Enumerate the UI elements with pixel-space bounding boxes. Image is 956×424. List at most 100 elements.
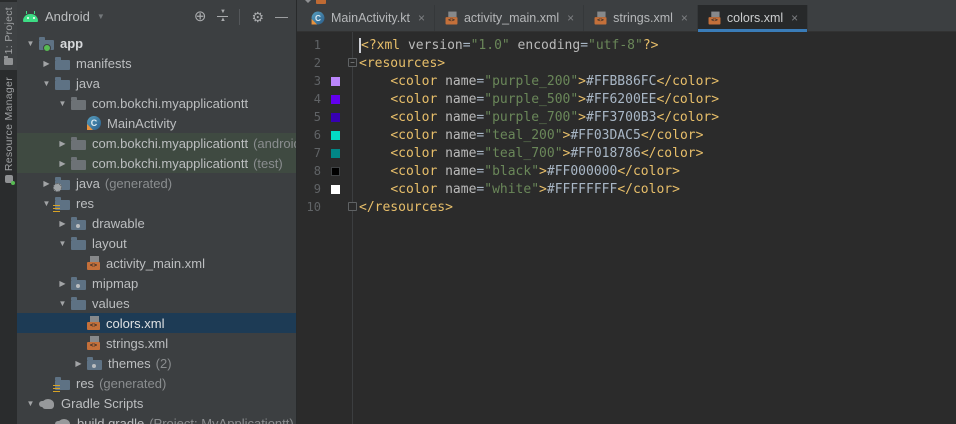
chevron-down-icon[interactable]: ▼ <box>55 239 70 248</box>
code-token: <color <box>390 109 438 125</box>
line-number: 7 <box>313 146 321 160</box>
tree-item-app[interactable]: ▼ app <box>17 33 296 53</box>
tree-item-res-generated[interactable]: res (generated) <box>17 373 296 393</box>
close-icon[interactable]: × <box>791 12 798 24</box>
chevron-right-icon[interactable]: ▶ <box>39 179 54 188</box>
chevron-right-icon[interactable]: ▶ <box>55 159 70 168</box>
chevron-right-icon[interactable]: ▶ <box>55 219 70 228</box>
editor-tab-colors-xml[interactable]: colors.xml × <box>697 5 809 32</box>
editor-tab-mainactivity-kt[interactable]: MainActivity.kt × <box>301 5 435 31</box>
app-folder-icon <box>39 36 54 52</box>
close-icon[interactable]: × <box>681 12 688 24</box>
chevron-down-icon[interactable]: ▼ <box>55 99 70 108</box>
chevron-down-icon[interactable]: ▼ <box>23 39 38 48</box>
code-line[interactable]: <?xml version = "1.0" encoding = "utf-8" ?> <box>353 36 956 54</box>
code-token: <color <box>390 91 438 107</box>
code-token: "utf-8" <box>588 37 643 53</box>
tree-item-strings-xml[interactable]: strings.xml <box>17 333 296 353</box>
tree-item-label: mipmap <box>92 275 139 291</box>
code-token: name <box>437 181 477 197</box>
code-line[interactable]: <color name = "purple_700" > #FF3700B3 </colo… <box>353 108 956 126</box>
locate-file-icon[interactable]: ⊕ <box>194 9 207 24</box>
tree-item-com-bokchi-myapplicationtt-test[interactable]: ▶ com.bokchi.myapplicationtt (test) <box>17 153 296 173</box>
collapse-bottom-arrow-icon: ▲ <box>219 17 226 23</box>
line-number: 5 <box>313 110 321 124</box>
project-view-selector[interactable]: Android ▼ <box>23 9 105 24</box>
tree-item-build-gradle-project-myapplicationtt[interactable]: build.gradle (Project: MyApplicationtt) <box>17 413 296 424</box>
tree-item-colors-xml[interactable]: colors.xml <box>17 313 296 333</box>
chevron-down-icon[interactable]: ▼ <box>39 79 54 88</box>
color-swatch <box>331 184 340 194</box>
navbar-file-icon <box>316 0 326 4</box>
project-tree: ▼ app ▶ manifests ▼ java ▼ com.bokchi.myapplica… <box>17 33 296 424</box>
project-panel-toolbar: Android ▼ ⊕ ▼ ▲ ⚙ — <box>17 0 296 33</box>
chevron-right-icon[interactable]: ▶ <box>55 139 70 148</box>
editor-tab-activity-main-xml[interactable]: activity_main.xml × <box>435 5 585 31</box>
tree-item-com-bokchi-myapplicationtt-androidtest[interactable]: ▶ com.bokchi.myapplicationtt(androidTest) <box>17 133 296 153</box>
tree-item-com-bokchi-myapplicationtt[interactable]: ▼ com.bokchi.myapplicationtt <box>17 93 296 113</box>
xml-file-icon <box>87 316 100 330</box>
tree-item-java[interactable]: ▼ java <box>17 73 296 93</box>
tree-item-label: layout <box>92 235 127 251</box>
fold-marker[interactable] <box>348 202 357 211</box>
gradle-icon <box>55 417 71 424</box>
collapse-all-icon[interactable]: ▼ ▲ <box>217 9 229 23</box>
xml-file-icon <box>445 11 458 25</box>
code-token: = <box>462 37 471 53</box>
tree-item-label: activity_main.xml <box>106 255 205 271</box>
project-tool-label: 1: Project <box>2 7 15 55</box>
color-swatch <box>331 166 340 176</box>
close-icon[interactable]: × <box>567 12 574 24</box>
code-line[interactable]: <color name = "purple_200" > #FFBB86FC </colo… <box>353 72 956 90</box>
tree-item-label: res <box>76 195 95 211</box>
editor-body[interactable]: 1 2−3 4 5 6 7 8 9 10 <?xml version = "1.0" encodin… <box>297 32 956 424</box>
code-token: <color <box>390 145 438 161</box>
code-line[interactable]: <resources> <box>353 54 956 72</box>
chevron-down-icon[interactable]: ▼ <box>23 399 38 408</box>
tool-window-button-project[interactable]: 1: Project <box>0 2 17 71</box>
chevron-down-icon[interactable]: ▼ <box>39 199 54 208</box>
code-line[interactable]: <color name = "teal_700" > #FF018786 </color> <box>353 144 956 162</box>
code-area[interactable]: <?xml version = "1.0" encoding = "utf-8" ?> <r… <box>353 32 956 424</box>
tree-item-label: MainActivity <box>107 115 177 131</box>
tree-item-res[interactable]: ▼ res <box>17 193 296 213</box>
tool-window-button-resource-manager[interactable]: Resource Manager <box>0 72 17 188</box>
code-line[interactable]: <color name = "purple_500" > #FF6200EE </colo… <box>353 90 956 108</box>
code-token: > <box>562 145 571 161</box>
editor-tab-strings-xml[interactable]: strings.xml × <box>584 5 698 31</box>
tree-item-java-generated[interactable]: ▶ java (generated) <box>17 173 296 193</box>
chevron-down-icon[interactable]: ▼ <box>55 299 70 308</box>
chevron-right-icon[interactable]: ▶ <box>55 279 70 288</box>
code-line[interactable]: <color name = "black" > #FF000000 </color> <box>353 162 956 180</box>
folder-icon <box>71 216 86 230</box>
tree-item-manifests[interactable]: ▶ manifests <box>17 53 296 73</box>
folder-icon <box>71 296 86 310</box>
fold-marker[interactable]: − <box>348 58 357 67</box>
settings-gear-icon[interactable]: ⚙ <box>251 10 264 24</box>
line-number: 2 <box>313 56 321 70</box>
code-line[interactable]: <color name = "teal_200" > #FF03DAC5 </color> <box>353 126 956 144</box>
tree-item-themes-2[interactable]: ▶ themes (2) <box>17 353 296 373</box>
chevron-right-icon[interactable]: ▶ <box>39 59 54 68</box>
gutter-line: 7 <box>297 144 352 162</box>
line-number: 10 <box>306 200 321 214</box>
tree-item-layout[interactable]: ▼ layout <box>17 233 296 253</box>
chevron-right-icon[interactable]: ▶ <box>71 359 86 368</box>
code-line[interactable]: </resources> <box>353 198 956 216</box>
color-swatch <box>331 76 340 86</box>
tree-item-activity-main-xml[interactable]: activity_main.xml <box>17 253 296 273</box>
code-token: version <box>400 37 463 53</box>
tree-item-drawable[interactable]: ▶ drawable <box>17 213 296 233</box>
tree-item-mainactivity[interactable]: MainActivity <box>17 113 296 133</box>
toolbar-divider <box>239 8 241 25</box>
tree-item-mipmap[interactable]: ▶ mipmap <box>17 273 296 293</box>
tree-item-gradle-scripts[interactable]: ▼ Gradle Scripts <box>17 393 296 413</box>
line-number: 9 <box>313 182 321 196</box>
close-icon[interactable]: × <box>418 12 425 24</box>
code-line[interactable]: <color name = "white" > #FFFFFFFF </color> <box>353 180 956 198</box>
code-token: </resources> <box>359 199 453 215</box>
tree-item-values[interactable]: ▼ values <box>17 293 296 313</box>
hide-panel-icon[interactable]: — <box>275 10 288 23</box>
